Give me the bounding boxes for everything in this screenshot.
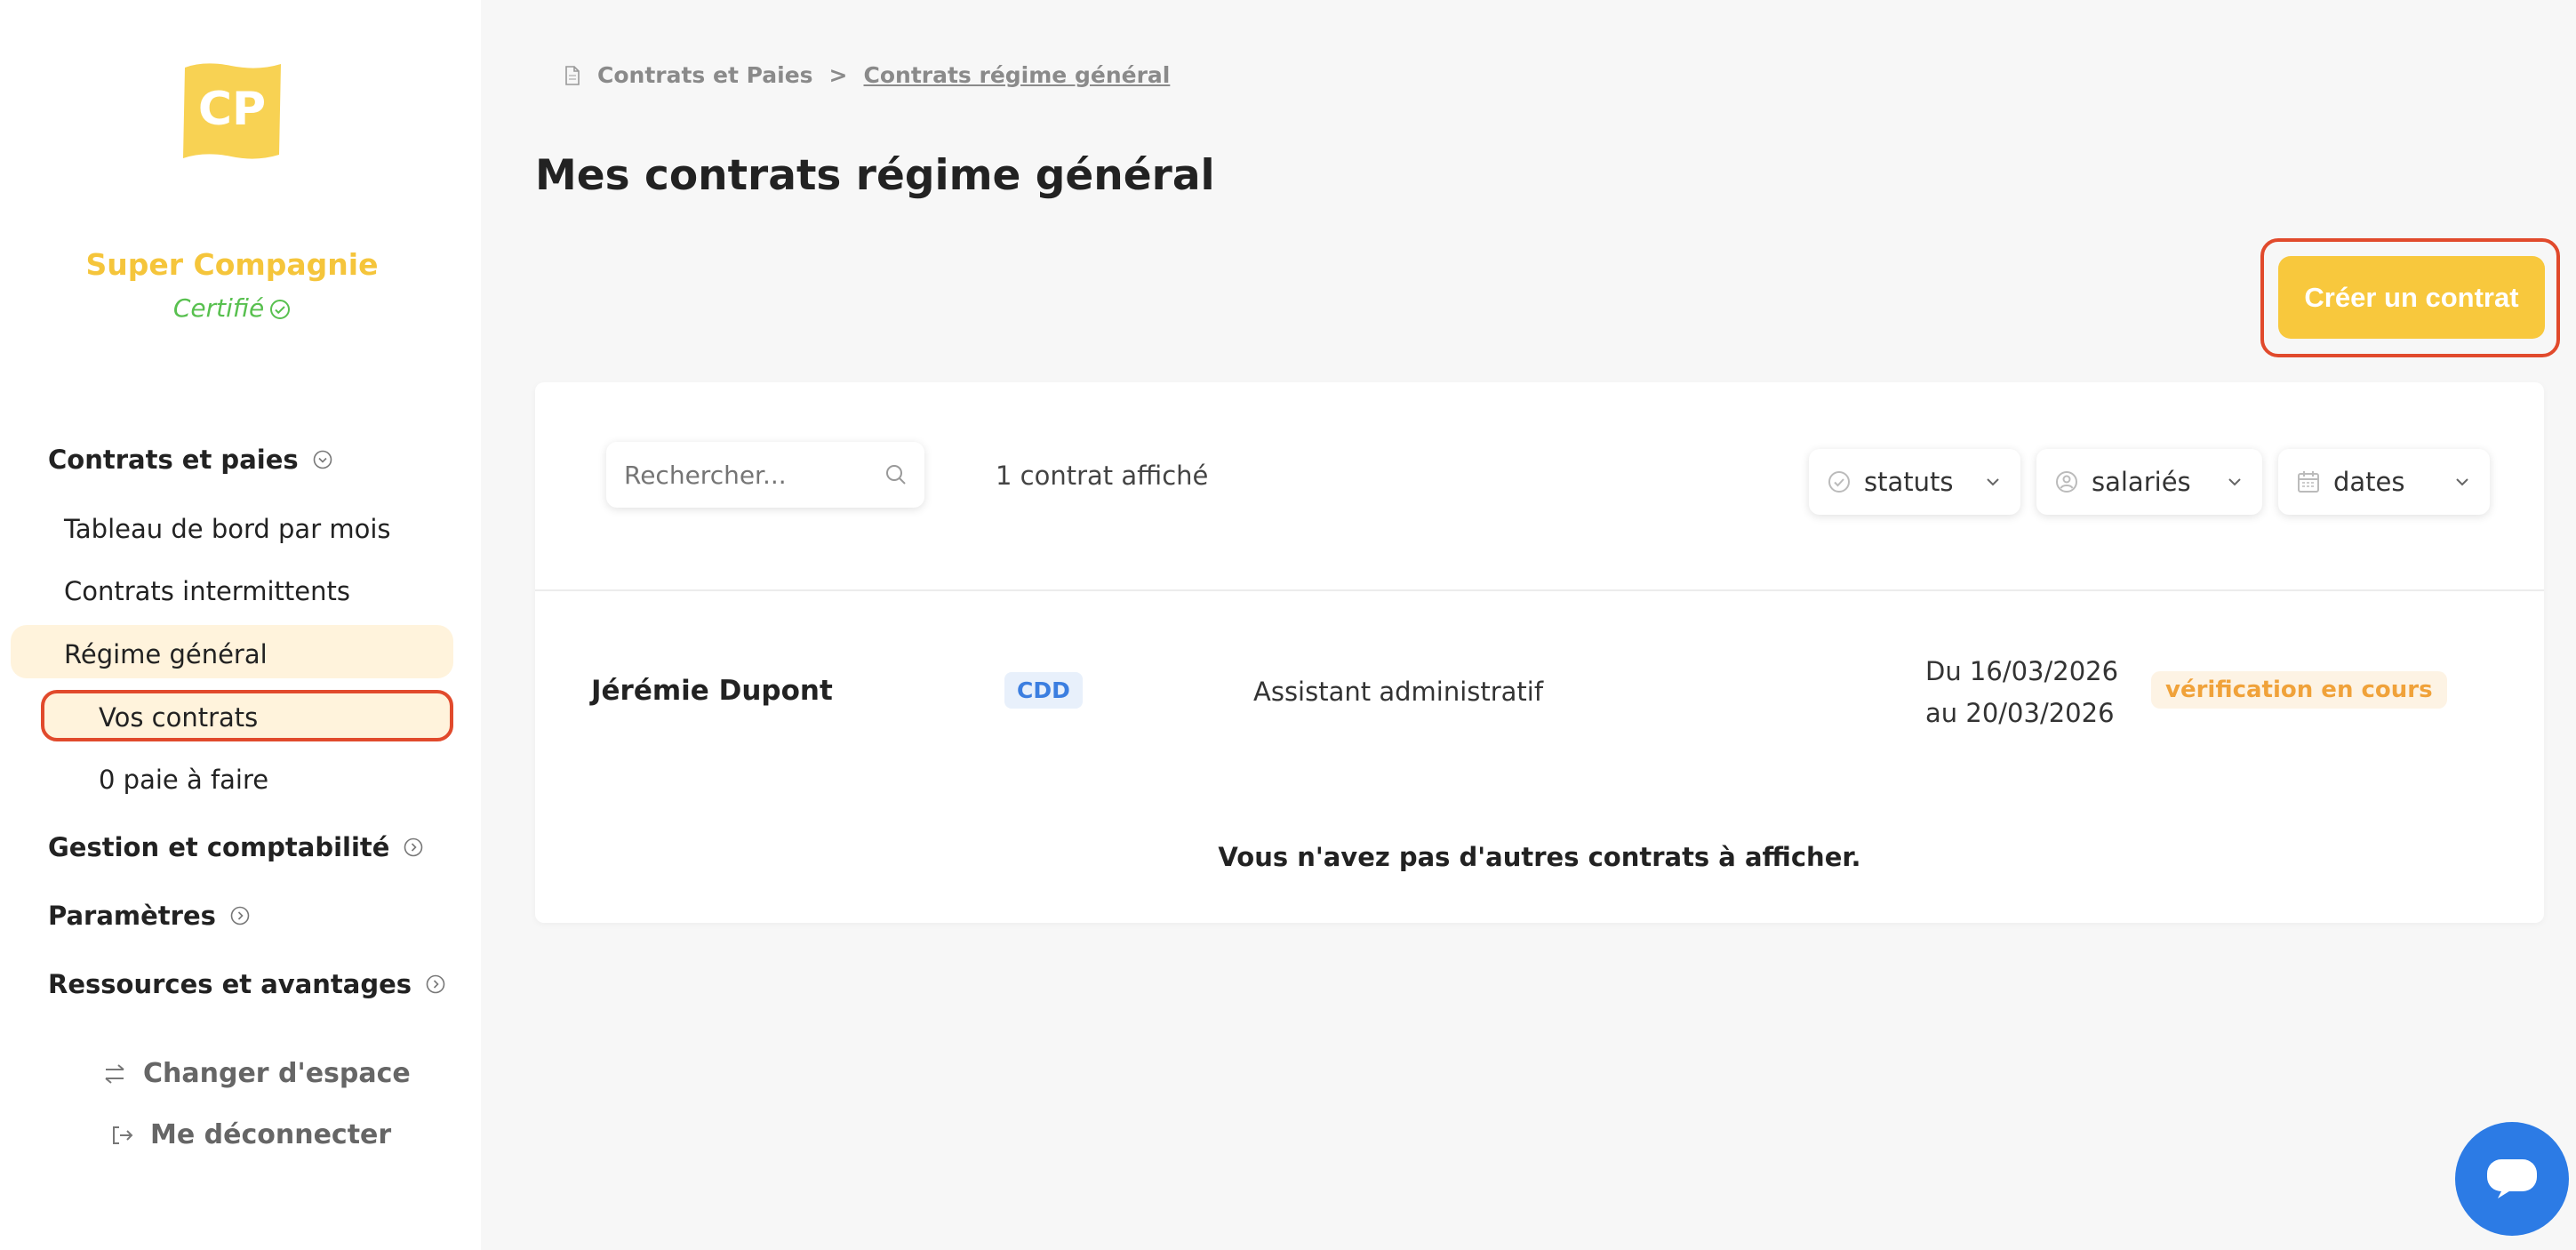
company-name: Super Compagnie: [85, 247, 379, 282]
certified-text: Certifié: [172, 293, 265, 323]
logo-text: CP: [198, 83, 266, 136]
employee-role: Assistant administratif: [1253, 677, 1544, 707]
logout-label: Me déconnecter: [150, 1119, 392, 1150]
check-circle-icon: [1828, 471, 1850, 493]
calendar-icon: [2298, 471, 2319, 493]
nav-section-label: Ressources et avantages: [48, 969, 412, 999]
sidebar: CP Super Compagnie Certifié Contrats et …: [0, 0, 481, 1250]
search-icon: [886, 465, 906, 485]
chevron-down-icon: [1987, 478, 1999, 486]
contract-count: 1 contrat affiché: [996, 461, 1209, 491]
swap-arrows-icon: [105, 1063, 124, 1084]
breadcrumb-parent[interactable]: Contrats et Paies: [597, 62, 813, 88]
sidebar-item-tableau-de-bord[interactable]: Tableau de bord par mois: [64, 514, 391, 544]
filter-dates-label: dates: [2333, 467, 2405, 497]
chevron-down-icon: [2228, 478, 2241, 486]
filter-dates[interactable]: dates: [2278, 449, 2490, 515]
search-input[interactable]: [622, 459, 884, 491]
create-contract-button[interactable]: Créer un contrat: [2278, 256, 2545, 339]
sidebar-item-paies[interactable]: 0 paie à faire: [99, 765, 268, 795]
chevron-right-circle-icon: [426, 974, 445, 994]
chat-bubble-icon: [2487, 1159, 2537, 1198]
logout-link[interactable]: Me déconnecter: [109, 1119, 391, 1150]
page-title: Mes contrats régime général: [535, 151, 1215, 200]
filter-salaries[interactable]: salariés: [2036, 449, 2262, 515]
nav-section-label: Paramètres: [48, 901, 216, 931]
check-circle-icon: [270, 300, 291, 319]
contract-date-from: Du 16/03/2026: [1925, 656, 2119, 686]
chevron-down-circle-icon: [313, 450, 332, 469]
logout-icon: [113, 1126, 133, 1144]
sidebar-item-contrats-intermittents[interactable]: Contrats intermittents: [64, 576, 350, 606]
sidebar-item-vos-contrats[interactable]: Vos contrats: [99, 702, 258, 733]
employee-name: Jérémie Dupont: [591, 675, 833, 707]
breadcrumb-current[interactable]: Contrats régime général: [864, 62, 1171, 88]
nav-section-contrats-paies[interactable]: Contrats et paies: [48, 445, 332, 475]
switch-space-link[interactable]: Changer d'espace: [102, 1058, 411, 1089]
contract-date-to: au 20/03/2026: [1925, 698, 2115, 728]
switch-space-label: Changer d'espace: [143, 1058, 411, 1089]
chevron-down-icon: [2456, 478, 2468, 486]
chevron-right-circle-icon: [404, 837, 423, 857]
sidebar-item-regime-general[interactable]: Régime général: [64, 639, 268, 669]
company-logo: CP: [178, 59, 286, 164]
nav-section-parametres[interactable]: Paramètres: [48, 901, 250, 931]
nav-section-label: Gestion et comptabilité: [48, 832, 390, 862]
breadcrumb-separator: >: [828, 62, 848, 88]
filter-statuts[interactable]: statuts: [1809, 449, 2020, 515]
empty-message: Vous n'avez pas d'autres contrats à affi…: [1218, 842, 1861, 872]
status-badge: vérification en cours: [2151, 671, 2447, 709]
chat-button[interactable]: [2455, 1122, 2569, 1236]
search-box[interactable]: [606, 442, 924, 508]
card-divider: [535, 589, 2544, 591]
document-icon: [565, 65, 580, 85]
chevron-right-circle-icon: [230, 906, 250, 925]
filter-salaries-label: salariés: [2092, 467, 2191, 497]
certified-label: Certifié: [0, 293, 464, 323]
nav-section-ressources[interactable]: Ressources et avantages: [48, 969, 445, 999]
breadcrumb: Contrats et Paies > Contrats régime géné…: [564, 62, 1170, 88]
contract-type-badge: CDD: [1004, 672, 1083, 709]
nav-section-gestion[interactable]: Gestion et comptabilité: [48, 832, 423, 862]
nav-section-label: Contrats et paies: [48, 445, 299, 475]
filter-statuts-label: statuts: [1864, 467, 1954, 497]
user-icon: [2056, 471, 2077, 493]
